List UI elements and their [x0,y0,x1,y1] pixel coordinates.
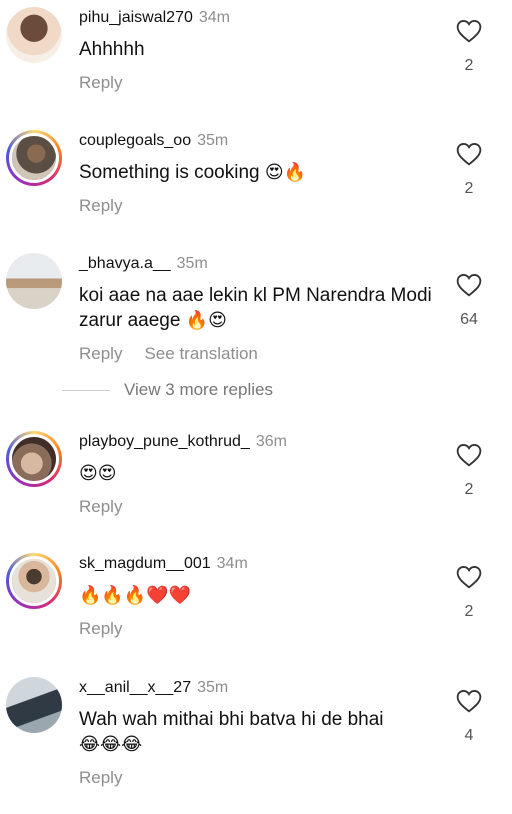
avatar[interactable] [6,130,62,186]
avatar[interactable] [6,431,62,487]
reply-button[interactable]: Reply [79,619,122,638]
comment-emoji: 🔥😍 [185,310,227,331]
comment-item: playboy_pune_kothrud_ 36m 😍😍 Reply 2 [0,431,512,531]
comment-item: pihu_jaiswal270 34m Ahhhhh Reply 2 [0,7,512,117]
avatar[interactable] [6,7,62,63]
heart-outline-icon[interactable] [456,19,482,43]
comment-item: sk_magdum__001 34m 🔥🔥🔥❤️❤️ Reply 2 [0,553,512,653]
comment-username[interactable]: x__anil__x__27 [79,679,191,696]
comment-emoji: 😍😍 [79,463,117,484]
heart-outline-icon[interactable] [456,443,482,467]
comment-timestamp: 35m [197,132,229,149]
comment-timestamp: 35m [197,679,229,696]
comment-emoji: 😂😂😂 [79,734,143,755]
comment-text: Something is cooking [79,162,260,183]
comment-username[interactable]: _bhavya.a__ [79,255,171,272]
comment-text: Wah wah mithai bhi batva hi de bhai [79,709,384,730]
comment-username[interactable]: pihu_jaiswal270 [79,9,193,26]
comment-emoji: 😍🔥 [264,162,307,183]
heart-outline-icon[interactable] [456,142,482,166]
like-button[interactable]: 2 [454,443,484,499]
comment-username[interactable]: playboy_pune_kothrud_ [79,433,250,450]
comment-timestamp: 36m [255,433,287,450]
comment-timestamp: 34m [198,9,230,26]
avatar[interactable] [6,253,62,309]
like-count: 2 [464,180,474,197]
comment-text: koi aae na aae lekin kl PM Narendra Modi… [79,285,432,331]
comment-item: x__anil__x__27 35m Wah wah mithai bhi bat… [0,677,512,797]
like-button[interactable]: 64 [454,273,484,329]
comment-username[interactable]: couplegoals_oo [79,132,191,149]
comment-timestamp: 34m [216,555,248,572]
like-button[interactable]: 2 [454,142,484,198]
avatar[interactable] [6,677,62,733]
comment-item: _bhavya.a__ 35m koi aae na aae lekin kl P… [0,253,512,368]
heart-outline-icon[interactable] [456,273,482,297]
comment-item: couplegoals_oo 35m Something is cooking 😍… [0,130,512,240]
reply-button[interactable]: Reply [79,73,122,92]
heart-outline-icon[interactable] [456,689,482,713]
comments-feed: pihu_jaiswal270 34m Ahhhhh Reply 2 couple… [0,0,512,814]
like-count: 2 [464,481,474,498]
view-more-replies-label[interactable]: View 3 more replies [124,380,273,399]
reply-button[interactable]: Reply [79,497,122,516]
view-more-replies-button[interactable]: View 3 more replies [62,380,273,402]
like-count: 2 [464,603,474,620]
comment-username[interactable]: sk_magdum__001 [79,555,211,572]
like-button[interactable]: 4 [454,689,484,745]
heart-outline-icon[interactable] [456,565,482,589]
reply-button[interactable]: Reply [79,344,122,363]
like-count: 4 [464,727,474,744]
see-translation-link[interactable]: See translation [144,344,257,363]
like-count: 2 [464,57,474,74]
divider [62,390,110,392]
comment-timestamp: 35m [176,255,208,272]
like-button[interactable]: 2 [454,19,484,75]
comment-emoji: 🔥🔥🔥❤️❤️ [79,585,192,606]
comment-text: Ahhhhh [79,39,145,60]
avatar[interactable] [6,553,62,609]
reply-button[interactable]: Reply [79,768,122,787]
like-count: 64 [460,311,478,328]
reply-button[interactable]: Reply [79,196,122,215]
like-button[interactable]: 2 [454,565,484,621]
